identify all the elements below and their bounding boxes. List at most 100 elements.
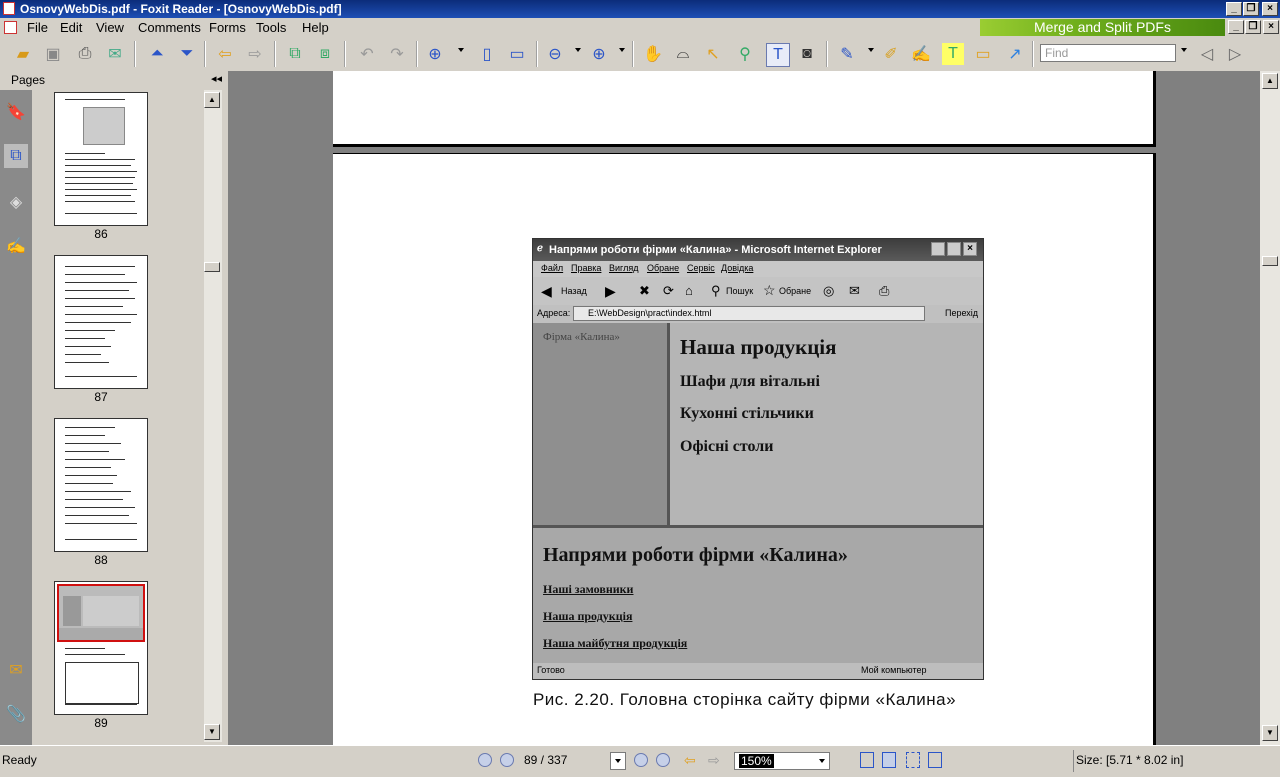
redo-icon[interactable]: ↷ [386,43,408,65]
pdf-page-previous [333,71,1156,147]
menu-view[interactable]: View [96,20,124,35]
pencil-dropdown[interactable] [868,48,874,52]
fit-page-icon[interactable]: ▯ [476,43,498,65]
pencil-icon[interactable]: ✎ [836,43,858,65]
attachments-icon[interactable]: 📎 [4,702,28,726]
doc-minimize-button[interactable]: _ [1228,20,1244,34]
zoom-in-icon[interactable]: ⊕ [588,43,610,65]
extract-pages-icon[interactable]: ⧉ [284,43,306,65]
signatures-icon[interactable]: ✍ [4,234,28,258]
scroll-up-icon[interactable]: ▲ [204,92,220,108]
restore-button[interactable]: ❐ [1243,2,1259,16]
previous-page-icon[interactable] [500,753,514,767]
menu-comments[interactable]: Comments [138,20,201,35]
doc-close-button[interactable]: × [1263,20,1279,34]
ie-bottom-frame: Напрями роботи фірми «Калина» Наші замов… [533,525,983,663]
document-scrollbar[interactable]: ▲ ▼ [1260,71,1280,745]
ie-menu: Файл Правка Вигляд Обране Сервіс Довідка [533,261,983,277]
doc-icon [4,21,17,34]
snapshot-icon[interactable]: ◙ [796,43,818,65]
zoom-out-icon[interactable]: ⊖ [544,43,566,65]
thumbnail-89[interactable] [54,581,148,715]
continuous-icon[interactable] [882,752,896,768]
ie-main-content: Наша продукція Шафи для вітальні Кухонні… [670,323,983,525]
ie-sidebar: Фірма «Калина» [533,323,670,525]
scroll-down-icon[interactable]: ▼ [204,724,220,740]
doc-scroll-down-icon[interactable]: ▼ [1262,725,1278,741]
arrow-tool-icon[interactable]: ↗ [1004,43,1026,65]
continuous-facing-icon[interactable] [928,752,942,768]
page-dropdown[interactable] [610,752,626,770]
find-binoculars-icon[interactable]: ⚲ [734,43,756,65]
text-select-icon[interactable]: T [766,43,790,67]
loupe-icon[interactable]: ⌓ [672,43,694,65]
status-bar: Ready 89 / 337 ⇦ ⇨ 150% Size: [5.71 * 8.… [0,745,1280,777]
last-page-icon[interactable] [656,753,670,767]
hand-tool-icon[interactable]: ✋ [642,43,664,65]
pages-panel-title: Pages [11,73,46,87]
find-input[interactable]: Find [1040,44,1176,62]
layers-icon[interactable]: ◈ [4,190,28,214]
minimize-button[interactable]: _ [1226,2,1242,16]
thumbnail-86[interactable] [54,92,148,226]
menu-tools[interactable]: Tools [256,20,286,35]
select-arrow-icon[interactable]: ↖ [702,43,724,65]
merge-split-banner[interactable]: Merge and Split PDFs [980,19,1225,36]
page-indicator[interactable]: 89 / 337 [524,753,567,767]
find-prev-icon[interactable]: ◁ [1196,43,1218,65]
prev-page-icon[interactable]: ⏶ [146,43,168,65]
thumbnail-88[interactable] [54,418,148,552]
menu-help[interactable]: Help [302,20,329,35]
zoom-tool-dropdown[interactable] [458,48,464,52]
menu-file[interactable]: File [27,20,48,35]
previous-view-icon[interactable]: ⇦ [684,752,696,769]
close-button[interactable]: × [1262,2,1278,16]
doc-scroll-thumb[interactable] [1262,256,1278,266]
collapse-panel-icon[interactable]: ◂◂ [211,72,222,85]
next-page-icon[interactable]: ⏷ [176,43,198,65]
open-icon[interactable]: ▰ [12,43,34,65]
highlight-icon[interactable]: ✐ [880,43,902,65]
pages-panel-header: Pages ◂◂ [0,71,228,89]
print-icon[interactable]: ⎙ [74,43,96,65]
email-icon[interactable]: ✉ [104,43,126,65]
zoom-out-dropdown[interactable] [575,48,581,52]
save-icon[interactable]: ▣ [42,43,64,65]
window-title: OsnovyWebDis.pdf - Foxit Reader - [Osnov… [20,2,342,16]
find-next-icon[interactable]: ▷ [1224,43,1246,65]
menu-forms[interactable]: Forms [209,20,246,35]
thumbnail-87[interactable] [54,255,148,389]
doc-scroll-up-icon[interactable]: ▲ [1262,73,1278,89]
panel-icon-strip: 🔖 ⧉ ◈ ✍ ✉ 📎 [0,90,32,745]
undo-icon[interactable]: ↶ [356,43,378,65]
scroll-thumb[interactable] [204,262,220,272]
zoom-field[interactable]: 150% [734,752,830,770]
next-view-icon[interactable]: ⇨ [708,752,720,769]
fit-width-icon[interactable]: ▭ [506,43,528,65]
forward-icon[interactable]: ⇨ [244,43,266,65]
bookmarks-icon[interactable]: 🔖 [4,100,28,124]
first-page-icon[interactable] [478,753,492,767]
doc-restore-button[interactable]: ❐ [1245,20,1261,34]
zoom-in-tool-icon[interactable]: ⊕ [424,43,446,65]
find-dropdown[interactable] [1181,48,1187,52]
page-size: Size: [5.71 * 8.02 in] [1076,753,1184,767]
note-icon[interactable]: ▭ [972,43,994,65]
zoom-in-dropdown[interactable] [619,48,625,52]
typewriter-icon[interactable]: ✍ [910,43,932,65]
thumbnail-label: 87 [94,390,108,404]
thumbnail-scrollbar[interactable]: ▲ ▼ [204,90,222,742]
thumbnail-label: 86 [94,227,108,241]
next-page-status-icon[interactable] [634,753,648,767]
thumbnail-label: 89 [94,716,108,730]
comments-icon[interactable]: ✉ [4,658,28,682]
back-icon[interactable]: ⇦ [214,43,236,65]
insert-pages-icon[interactable]: ⧈ [314,43,336,65]
figure-screenshot: ℯ Напрями роботи фірми «Калина» - Micros… [532,238,984,680]
pages-icon[interactable]: ⧉ [4,144,28,168]
ie-title-bar: ℯ Напрями роботи фірми «Калина» - Micros… [533,239,983,261]
menu-edit[interactable]: Edit [60,20,82,35]
single-page-icon[interactable] [860,752,874,768]
facing-icon[interactable] [906,752,920,768]
textbox-icon[interactable]: T [942,43,964,65]
